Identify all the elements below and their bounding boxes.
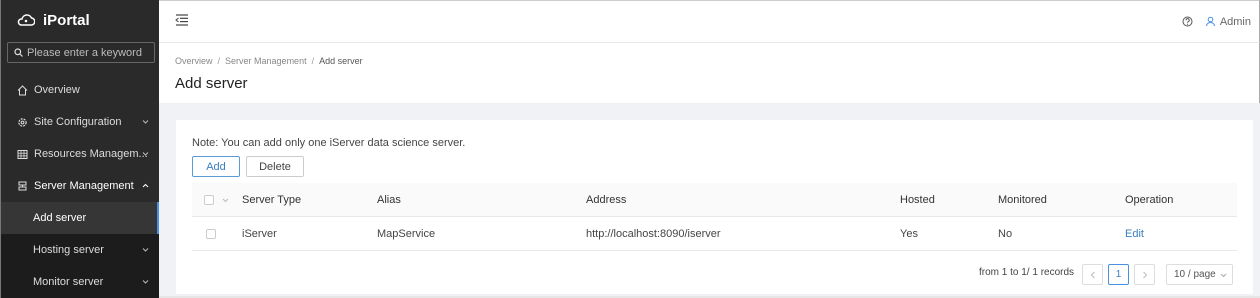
edit-link[interactable]: Edit <box>1125 228 1144 240</box>
server-table: Server Type Alias Address Hosted Monitor… <box>192 183 1237 251</box>
server-icon <box>18 181 27 190</box>
table-row: iServer MapService http://localhost:8090… <box>192 217 1237 251</box>
prev-page-button[interactable] <box>1082 264 1103 285</box>
cell-server-type: iServer <box>242 228 277 240</box>
menu-fold-icon[interactable] <box>175 14 189 26</box>
chevron-left-icon <box>1090 271 1095 278</box>
select-all-checkbox[interactable] <box>204 195 214 205</box>
sidebar-item-label: Monitor server <box>33 276 104 288</box>
chevron-down-icon <box>142 280 149 284</box>
cell-address: http://localhost:8090/iserver <box>586 228 721 240</box>
delete-button[interactable]: Delete <box>246 156 304 177</box>
gear-icon <box>18 117 27 127</box>
breadcrumb-separator: / <box>311 56 315 66</box>
sidebar-item-hosting-server[interactable]: Hosting server <box>1 234 159 266</box>
sidebar-item-overview[interactable]: Overview <box>1 74 159 106</box>
header-alias: Alias <box>377 194 401 206</box>
server-management-submenu: Add server Hosting server Monitor server <box>1 202 159 298</box>
user-name[interactable]: Admin <box>1220 16 1251 28</box>
row-checkbox[interactable] <box>206 229 216 239</box>
sidebar: iPortal Overview Site Configuration Reso… <box>0 0 159 298</box>
breadcrumb-current: Add server <box>319 56 363 66</box>
chevron-up-icon <box>142 183 149 188</box>
sidebar-item-label: Hosting server <box>33 244 104 256</box>
chevron-down-icon[interactable] <box>222 198 229 203</box>
home-icon <box>17 84 28 95</box>
page-size-select[interactable]: 10 / page <box>1166 264 1233 285</box>
cell-monitored: No <box>998 228 1013 240</box>
page-size-value: 10 / page <box>1174 269 1216 280</box>
header-hosted: Hosted <box>900 194 935 206</box>
header-monitored: Monitored <box>998 194 1047 206</box>
user-icon[interactable] <box>1205 16 1216 27</box>
cell-hosted: Yes <box>900 228 918 240</box>
grid-icon <box>17 149 28 159</box>
search-input[interactable] <box>27 46 151 59</box>
chevron-down-icon <box>1220 273 1227 278</box>
help-icon[interactable] <box>1182 16 1193 27</box>
sidebar-item-label: Add server <box>33 212 87 224</box>
cell-alias: MapService <box>377 228 436 240</box>
sidebar-item-monitor-server[interactable]: Monitor server <box>1 266 159 298</box>
header-server-type: Server Type <box>242 194 302 206</box>
chevron-right-icon <box>1142 271 1147 278</box>
table-header: Server Type Alias Address Hosted Monitor… <box>192 183 1237 217</box>
next-page-button[interactable] <box>1134 264 1155 285</box>
breadcrumb: Overview / Server Management / Add server <box>175 56 363 66</box>
search-icon <box>14 48 23 57</box>
app-title: iPortal <box>43 11 90 29</box>
sidebar-item-label: Resources Managem... <box>34 148 148 160</box>
pagination-summary: from 1 to 1/ 1 records <box>979 267 1075 278</box>
sidebar-item-label: Site Configuration <box>34 116 122 128</box>
chevron-down-icon <box>142 120 149 124</box>
sidebar-item-resources-management[interactable]: Resources Managem... <box>1 138 159 170</box>
add-button[interactable]: Add <box>192 156 240 177</box>
brand[interactable]: iPortal <box>1 0 159 40</box>
topbar: Admin <box>159 0 1260 43</box>
chevron-down-icon <box>142 248 149 252</box>
sidebar-item-label: Server Management <box>34 180 134 192</box>
page-title: Add server <box>175 75 248 92</box>
page-1-button[interactable]: 1 <box>1108 264 1129 285</box>
search-box[interactable] <box>7 42 155 63</box>
header-operation: Operation <box>1125 194 1174 206</box>
page-header: Overview / Server Management / Add server Ad… <box>159 43 1260 103</box>
sidebar-item-server-management[interactable]: Server Management <box>1 170 159 202</box>
breadcrumb-overview[interactable]: Overview <box>175 56 213 66</box>
sidebar-item-label: Overview <box>34 84 80 96</box>
chevron-down-icon <box>142 152 149 156</box>
breadcrumb-server-management[interactable]: Server Management <box>225 56 307 66</box>
header-address: Address <box>586 194 627 206</box>
breadcrumb-separator: / <box>217 56 221 66</box>
cloud-logo-icon <box>17 14 35 26</box>
sidebar-item-add-server[interactable]: Add server <box>1 202 159 234</box>
content-card: Note: You can add only one iServer data … <box>176 120 1253 294</box>
note-text: Note: You can add only one iServer data … <box>192 137 466 149</box>
sidebar-item-site-configuration[interactable]: Site Configuration <box>1 106 159 138</box>
sidebar-menu: Overview Site Configuration Resources Ma… <box>1 74 159 298</box>
